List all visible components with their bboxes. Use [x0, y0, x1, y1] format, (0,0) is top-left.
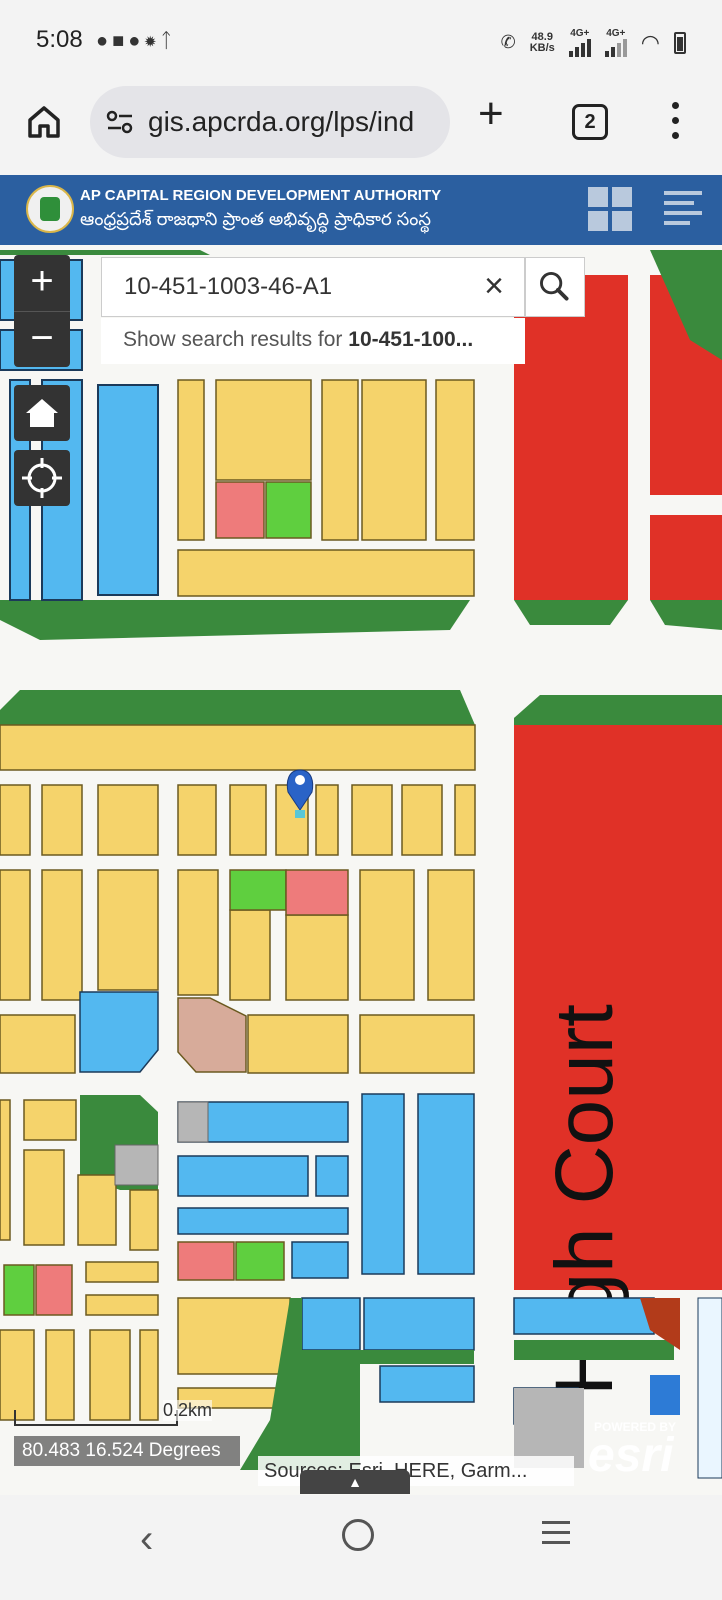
map-canvas[interactable]: High Court	[0, 245, 722, 1515]
esri-logo[interactable]: esri	[588, 1428, 673, 1483]
app-title: AP CAPITAL REGION DEVELOPMENT AUTHORITY	[80, 187, 442, 204]
status-time: 5:08	[36, 26, 83, 53]
address-bar[interactable]: gis.apcrda.org/lps/ind	[90, 86, 450, 158]
clear-search-icon[interactable]: ×	[474, 266, 514, 306]
new-tab-button[interactable]: +	[478, 92, 504, 136]
gear-icon: ✹	[144, 30, 161, 52]
recents-icon[interactable]	[542, 1521, 570, 1545]
system-nav-bar: ‹	[0, 1495, 722, 1600]
chat-icon: ●	[96, 30, 113, 52]
signal-icon	[568, 39, 591, 57]
net-speed-unit: KB/s	[529, 41, 555, 54]
tab-switcher-button[interactable]: 2	[572, 104, 608, 140]
net-speed: 48.9 KB/s	[529, 30, 555, 54]
locate-button[interactable]	[14, 450, 70, 506]
suggestion-term: 10-451-100...	[348, 328, 474, 351]
sim1-label: 4G+	[570, 28, 590, 39]
mail-icon: ■	[112, 30, 129, 52]
wifi-call-icon: ✆	[500, 32, 516, 52]
zoom-in-button[interactable]: +	[14, 255, 70, 311]
site-settings-icon[interactable]	[106, 110, 134, 134]
search-icon	[540, 272, 569, 301]
net-speed-value: 48.9	[531, 30, 553, 43]
zoom-out-button[interactable]: −	[14, 311, 70, 368]
default-extent-button[interactable]	[14, 385, 70, 441]
signal-icon	[604, 39, 627, 57]
search-box: ×	[101, 257, 525, 317]
app-subtitle: ఆంధ్రప్రదేశ్ రాజధాని ప్రాంత అభివృద్ధి ప్…	[80, 209, 432, 229]
suggestion-prefix: Show search results for	[123, 328, 349, 351]
scale-bar	[14, 1410, 178, 1426]
ap-emblem-logo	[26, 185, 74, 233]
home-icon[interactable]	[24, 102, 64, 142]
layer-list-button[interactable]	[660, 187, 706, 233]
crosshair-icon	[22, 458, 62, 498]
url-text[interactable]: gis.apcrda.org/lps/ind	[148, 106, 443, 138]
signal-1: 4G+	[568, 28, 591, 57]
grid-view-button[interactable]	[588, 187, 634, 233]
browser-menu-button[interactable]	[672, 102, 680, 142]
browser-toolbar: gis.apcrda.org/lps/ind + 2	[0, 80, 722, 170]
scale-label: 0.2km	[163, 1400, 213, 1421]
app-header: AP CAPITAL REGION DEVELOPMENT AUTHORITY …	[0, 175, 722, 247]
back-icon[interactable]: ‹	[140, 1517, 153, 1562]
zoom-control: + −	[14, 255, 70, 367]
search-input[interactable]	[102, 258, 522, 316]
battery-icon	[674, 31, 686, 54]
status-right: ✆ 48.9 KB/s 4G+ 4G+ ◠	[501, 28, 686, 57]
home-circle-icon[interactable]	[342, 1519, 374, 1551]
coordinate-readout: 80.483 16.524 Degrees	[14, 1436, 240, 1466]
signal-2: 4G+	[604, 28, 627, 57]
search-suggestion[interactable]: Show search results for 10-451-100...	[101, 318, 525, 364]
app-icon: ●	[128, 30, 145, 52]
map-view[interactable]: High Court	[0, 245, 722, 1515]
status-bar: 5:08 ●■●✹ᛏ ✆ 48.9 KB/s 4G+ 4G+ ◠	[0, 0, 722, 80]
high-court-label: High Court	[539, 1004, 630, 1396]
home-icon	[26, 399, 58, 427]
search-button[interactable]	[525, 257, 585, 317]
notification-icons: ●■●✹ᛏ	[96, 30, 176, 53]
expand-panel-button[interactable]: ▲	[300, 1470, 410, 1494]
walk-icon: ᛏ	[160, 30, 177, 52]
sim2-label: 4G+	[606, 28, 626, 39]
wifi-icon: ◠	[640, 29, 660, 55]
